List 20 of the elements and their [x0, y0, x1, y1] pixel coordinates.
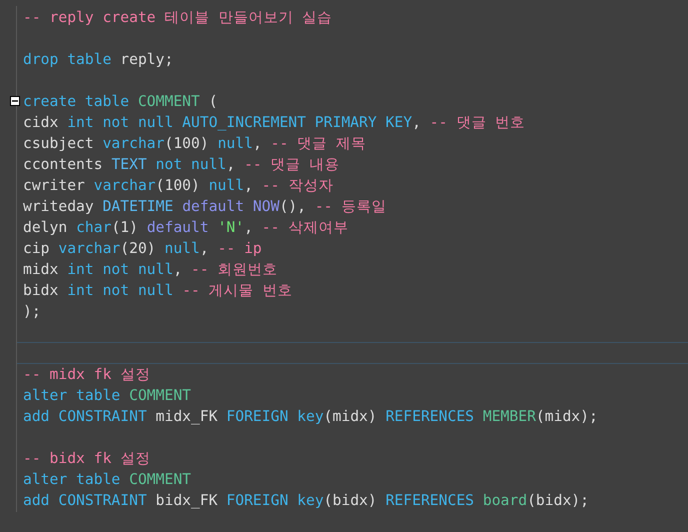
- code-line: );: [23, 302, 41, 322]
- code-line: alter table COMMENT: [23, 386, 192, 406]
- code-comment: -- bidx fk 설정: [23, 449, 150, 469]
- code-line: add CONSTRAINT bidx_FK FOREIGN key(bidx) REFERENCES board(bidx);: [23, 491, 589, 511]
- code-line: writeday DATETIME default NOW(), -- 등록일: [23, 197, 386, 217]
- code-line: drop table reply;: [23, 50, 174, 70]
- code-line: delyn char(1) default 'N', -- 삭제여부: [23, 218, 348, 238]
- code-line: bidx int not null -- 게시물 번호: [23, 281, 293, 301]
- code-line: cwriter varchar(100) null, -- 작성자: [23, 176, 334, 196]
- code-line: create table COMMENT (: [23, 92, 218, 112]
- code-line: midx int not null, -- 회원번호: [23, 260, 278, 280]
- code-line: csubject varchar(100) null, -- 댓글 제목: [23, 134, 366, 154]
- code-line: add CONSTRAINT midx_FK FOREIGN key(midx) REFERENCES MEMBER(midx);: [23, 407, 598, 427]
- collapse-icon[interactable]: [10, 96, 20, 106]
- code-line: cip varchar(20) null, -- ip: [23, 239, 262, 259]
- code-line: alter table COMMENT: [23, 470, 192, 490]
- code-line: ccontents TEXT not null, -- 댓글 내용: [23, 155, 340, 175]
- code-comment: -- reply create 테이블 만들어보기 실습: [23, 8, 332, 28]
- code-line: cidx int not null AUTO_INCREMENT PRIMARY KEY, -- 댓글 번호: [23, 113, 526, 133]
- code-comment: -- midx fk 설정: [23, 365, 150, 385]
